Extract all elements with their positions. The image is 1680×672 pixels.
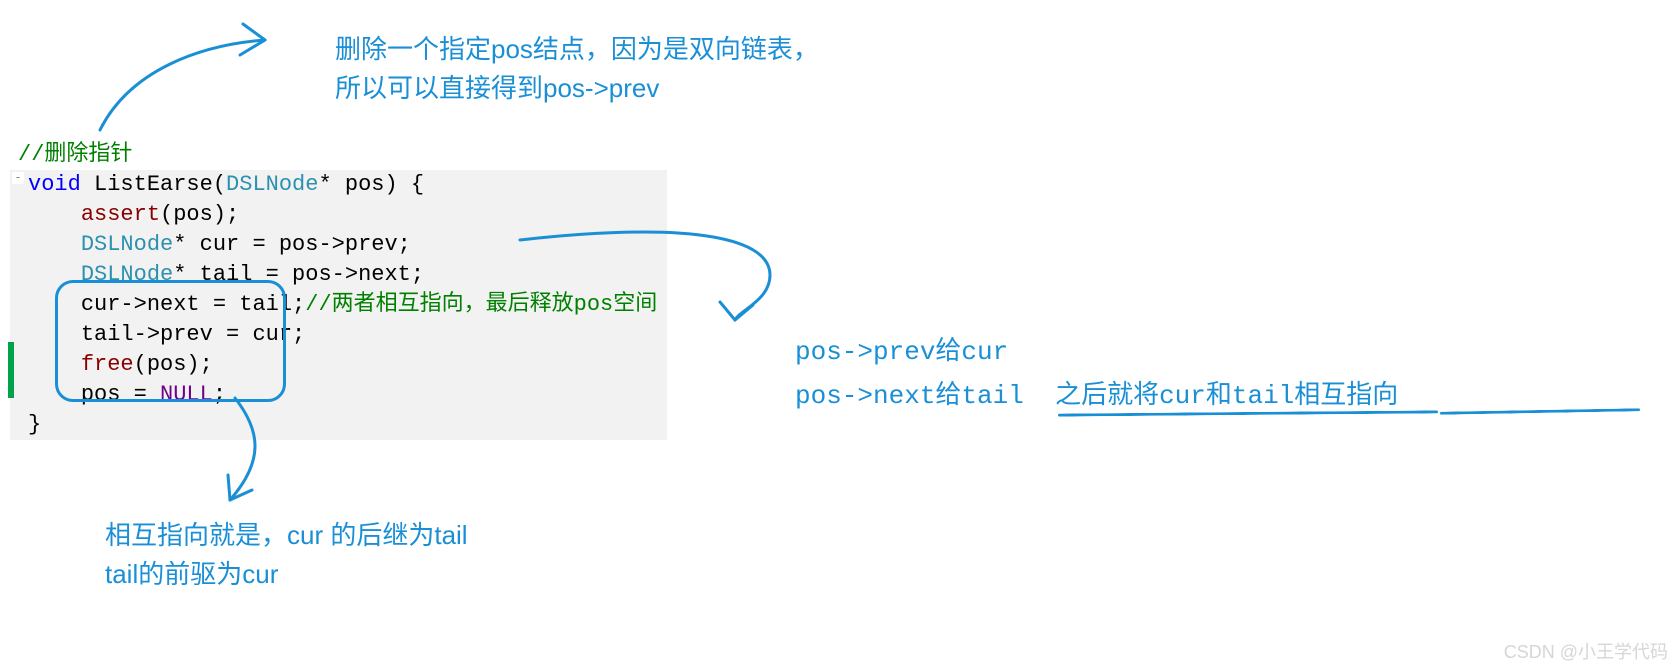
top-annotation-line2: 所以可以直接得到pos->prev xyxy=(335,69,819,108)
code-tail-decl: DSLNode* tail = pos->next; xyxy=(10,260,667,290)
bottom-annotation: 相互指向就是，cur 的后继为tail tail的前驱为cur xyxy=(105,516,468,594)
code-cur-decl: DSLNode* cur = pos->prev; xyxy=(10,230,667,260)
code-cur-next: cur->next = tail;//两者相互指向，最后释放pos空间 xyxy=(10,290,667,320)
code-free: free(pos); xyxy=(10,350,667,380)
code-pos-null: pos = NULL; xyxy=(10,380,667,410)
right-note: pos->prev给cur pos->next给tail 之后就将cur和tai… xyxy=(795,330,1398,418)
right-note-line1: pos->prev给cur xyxy=(795,330,1398,374)
collapse-toggle-icon[interactable]: - xyxy=(12,172,24,184)
code-signature: void ListEarse(DSLNode* pos) { xyxy=(10,170,667,200)
code-assert-line: assert(pos); xyxy=(10,200,667,230)
underline-stroke-2 xyxy=(1440,408,1640,414)
right-note-extra: 之后就将cur和tail相互指向 xyxy=(1055,381,1398,411)
code-block: //删除指针 - void ListEarse(DSLNode* pos) { … xyxy=(10,140,667,440)
code-comment-top: //删除指针 xyxy=(10,140,667,170)
top-annotation-line1: 删除一个指定pos结点，因为是双向链表， xyxy=(335,30,819,69)
edit-marker xyxy=(8,342,14,398)
code-close-brace: } xyxy=(10,410,667,440)
bottom-annotation-line1: 相互指向就是，cur 的后继为tail xyxy=(105,516,468,555)
code-body-block: - void ListEarse(DSLNode* pos) { assert(… xyxy=(10,170,667,440)
bottom-annotation-line2: tail的前驱为cur xyxy=(105,555,468,594)
top-annotation: 删除一个指定pos结点，因为是双向链表， 所以可以直接得到pos->prev xyxy=(335,30,819,108)
code-tail-prev: tail->prev = cur; xyxy=(10,320,667,350)
watermark: CSDN @小王学代码 xyxy=(1504,638,1668,664)
